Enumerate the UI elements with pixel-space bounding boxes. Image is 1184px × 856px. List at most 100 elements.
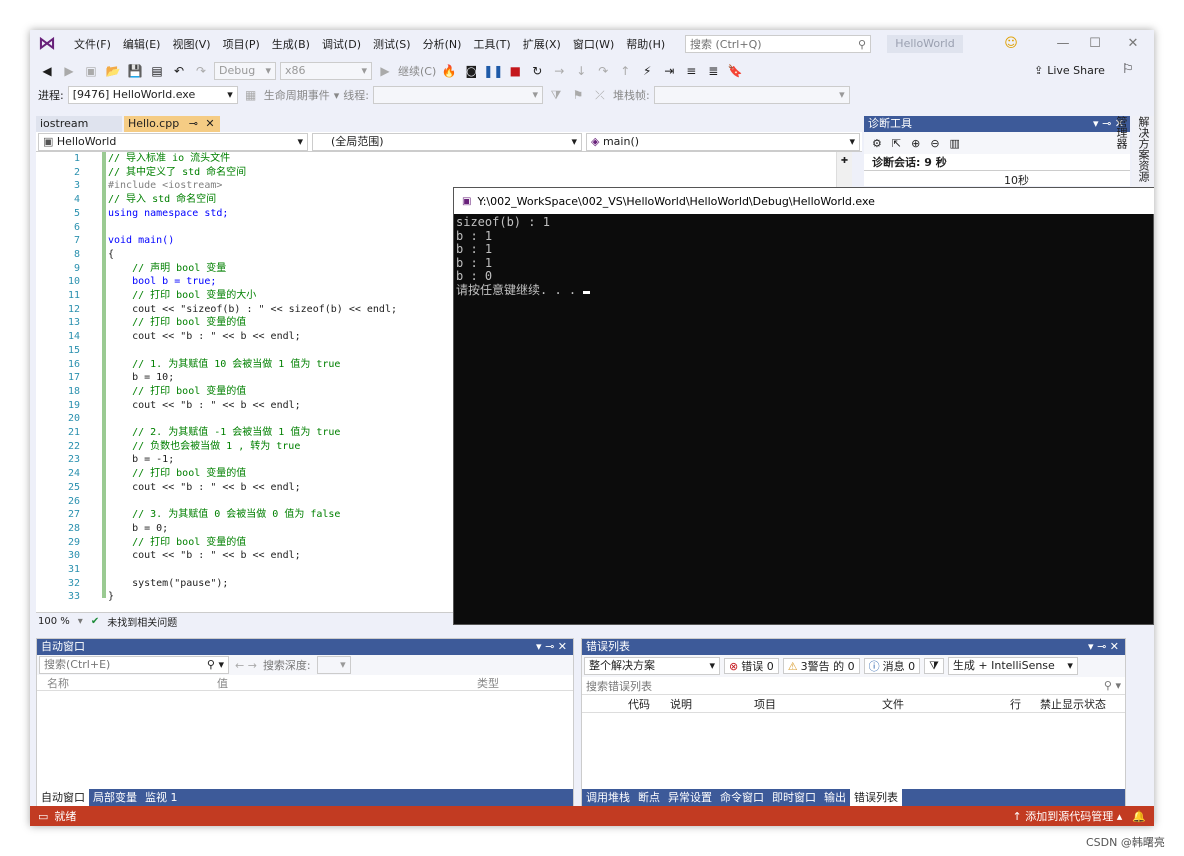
redo-icon[interactable]: ↷: [192, 62, 210, 80]
code-line[interactable]: cout << "b : " << b << endl;: [108, 481, 301, 495]
back-icon[interactable]: ◀: [38, 62, 56, 80]
code-line[interactable]: using namespace std;: [108, 207, 228, 221]
code-line[interactable]: b = -1;: [108, 453, 174, 467]
code-line[interactable]: b = 0;: [108, 522, 168, 536]
tab-immediate-window[interactable]: 即时窗口: [768, 789, 820, 807]
tab-command-window[interactable]: 命令窗口: [716, 789, 768, 807]
process-dropdown[interactable]: [9476] HelloWorld.exe ▾: [67, 86, 238, 104]
continue-label[interactable]: 继续(C): [398, 63, 436, 79]
bookmark-icon[interactable]: 🔖: [726, 62, 744, 80]
lifecycle-label[interactable]: 生命周期事件: [264, 87, 330, 103]
feedback-icon[interactable]: ☺: [1000, 34, 1022, 54]
restart-icon[interactable]: ↻: [528, 62, 546, 80]
autos-search-input[interactable]: 搜索(Ctrl+E) ⚲ ▾: [39, 656, 229, 674]
flatten-icon[interactable]: ⤫: [591, 86, 609, 104]
show-next-statement-icon[interactable]: →: [550, 62, 568, 80]
code-line[interactable]: // 其中定义了 std 命名空间: [108, 166, 246, 180]
hot-reload-icon[interactable]: 🔥: [440, 62, 458, 80]
step-into-icon[interactable]: ↓: [572, 62, 590, 80]
tab-autos[interactable]: 自动窗口: [37, 789, 89, 807]
platform-dropdown[interactable]: x86 ▾: [280, 62, 372, 80]
uncomment-icon[interactable]: ≣: [704, 62, 722, 80]
code-line[interactable]: // 打印 bool 变量的值: [108, 467, 246, 481]
menu-window[interactable]: 窗口(W): [567, 36, 620, 52]
menu-extensions[interactable]: 扩展(X): [517, 36, 567, 52]
search-box[interactable]: 搜索 (Ctrl+Q) ⚲: [685, 35, 871, 53]
code-line[interactable]: void main(): [108, 234, 174, 248]
stack-frame-dropdown[interactable]: ▾: [653, 86, 850, 104]
code-line[interactable]: {: [108, 248, 114, 262]
code-line[interactable]: // 打印 bool 变量的大小: [108, 289, 256, 303]
code-line[interactable]: cout << "b : " << b << endl;: [108, 399, 301, 413]
code-line[interactable]: // 1. 为其赋值 10 会被当做 1 值为 true: [108, 358, 340, 372]
code-line[interactable]: // 3. 为其赋值 0 会被当做 0 值为 false: [108, 508, 340, 522]
code-line[interactable]: }: [108, 590, 114, 604]
stop-icon[interactable]: ■: [506, 62, 524, 80]
tab-hello-cpp[interactable]: Hello.cpp ⊸ ✕: [124, 116, 220, 132]
notifications-icon[interactable]: 🔔: [1132, 810, 1146, 823]
minimize-button[interactable]: —: [1052, 34, 1074, 54]
new-project-icon[interactable]: ▣: [82, 62, 100, 80]
config-dropdown[interactable]: Debug ▾: [214, 62, 276, 80]
code-line[interactable]: // 声明 bool 变量: [108, 262, 226, 276]
tab-iostream[interactable]: iostream: [36, 116, 122, 132]
solution-explorer-tab[interactable]: 解决方案资源管理器: [1115, 116, 1154, 188]
live-share-button[interactable]: ⇪ Live Share: [1034, 64, 1105, 77]
admin-icon[interactable]: ⚐: [1122, 62, 1134, 77]
code-line[interactable]: cout << "b : " << b << endl;: [108, 549, 301, 563]
menu-file[interactable]: 文件(F): [68, 36, 117, 52]
code-line[interactable]: // 2. 为其赋值 -1 会被当做 1 值为 true: [108, 426, 340, 440]
messages-filter-button[interactable]: ⓘ 消息 0: [863, 658, 921, 674]
menu-debug[interactable]: 调试(D): [316, 36, 367, 52]
chart-icon[interactable]: ▥: [950, 137, 960, 150]
pause-icon[interactable]: ❚❚: [483, 62, 503, 80]
filter-icon[interactable]: ⧩: [547, 86, 565, 104]
code-line[interactable]: // 导入 std 命名空间: [108, 193, 216, 207]
search-depth-dropdown[interactable]: ▾: [316, 656, 351, 674]
code-line[interactable]: cout << "b : " << b << endl;: [108, 330, 301, 344]
errors-filter-button[interactable]: ⊗ 错误 0: [724, 658, 779, 674]
flag-icon[interactable]: ⚑: [569, 86, 587, 104]
format-icon[interactable]: ⚡: [638, 62, 656, 80]
settings-icon[interactable]: ⚙: [872, 137, 882, 150]
tab-error-list[interactable]: 错误列表: [850, 789, 902, 807]
global-scope-dropdown[interactable]: (全局范围) ▾: [312, 133, 582, 151]
tab-close-icon[interactable]: ✕: [205, 117, 214, 130]
menu-tools[interactable]: 工具(T): [467, 36, 516, 52]
tab-locals[interactable]: 局部变量: [89, 789, 141, 807]
tab-watch1[interactable]: 监视 1: [141, 789, 182, 807]
forward-icon[interactable]: ▶: [60, 62, 78, 80]
menu-help[interactable]: 帮助(H): [620, 36, 671, 52]
zoom-in-icon[interactable]: ⊕: [911, 137, 920, 150]
menu-build[interactable]: 生成(B): [266, 36, 316, 52]
menu-edit[interactable]: 编辑(E): [117, 36, 167, 52]
tab-breakpoints[interactable]: 断点: [634, 789, 664, 807]
code-line[interactable]: // 导入标准 io 流头文件: [108, 152, 230, 166]
export-icon[interactable]: ⇱: [892, 137, 901, 150]
project-scope-dropdown[interactable]: ▣ HelloWorld ▾: [38, 133, 308, 151]
continue-play-icon[interactable]: ▶: [376, 62, 394, 80]
code-line[interactable]: system("pause");: [108, 577, 228, 591]
tab-output[interactable]: 输出: [820, 789, 850, 807]
code-line[interactable]: cout << "sizeof(b) : " << sizeof(b) << e…: [108, 303, 397, 317]
code-line[interactable]: // 负数也会被当做 1 , 转为 true: [108, 440, 300, 454]
zoom-level[interactable]: 100 %: [38, 616, 70, 627]
code-line[interactable]: // 打印 bool 变量的值: [108, 316, 246, 330]
build-filter-dropdown[interactable]: 生成 + IntelliSense ▾: [947, 657, 1078, 675]
close-window-button[interactable]: ✕: [1122, 34, 1144, 54]
thread-dropdown[interactable]: ▾: [372, 86, 543, 104]
function-dropdown[interactable]: ◈ main() ▾: [586, 133, 860, 151]
tab-call-stack[interactable]: 调用堆栈: [582, 789, 634, 807]
code-line[interactable]: // 打印 bool 变量的值: [108, 385, 246, 399]
menu-view[interactable]: 视图(V): [166, 36, 216, 52]
maximize-button[interactable]: ☐: [1084, 34, 1106, 54]
step-out-icon[interactable]: ↑: [616, 62, 634, 80]
tab-exception-settings[interactable]: 异常设置: [664, 789, 716, 807]
menu-analyze[interactable]: 分析(N): [417, 36, 468, 52]
code-line[interactable]: #include <iostream>: [108, 179, 222, 193]
pin-icon[interactable]: ⊸: [189, 117, 198, 130]
zoom-out-icon[interactable]: ⊖: [930, 137, 939, 150]
console-window[interactable]: ▣ Y:\002_WorkSpace\002_VS\HelloWorld\Hel…: [453, 187, 1154, 625]
scope-dropdown[interactable]: 整个解决方案 ▾: [584, 657, 720, 675]
save-all-icon[interactable]: ▤: [148, 62, 166, 80]
